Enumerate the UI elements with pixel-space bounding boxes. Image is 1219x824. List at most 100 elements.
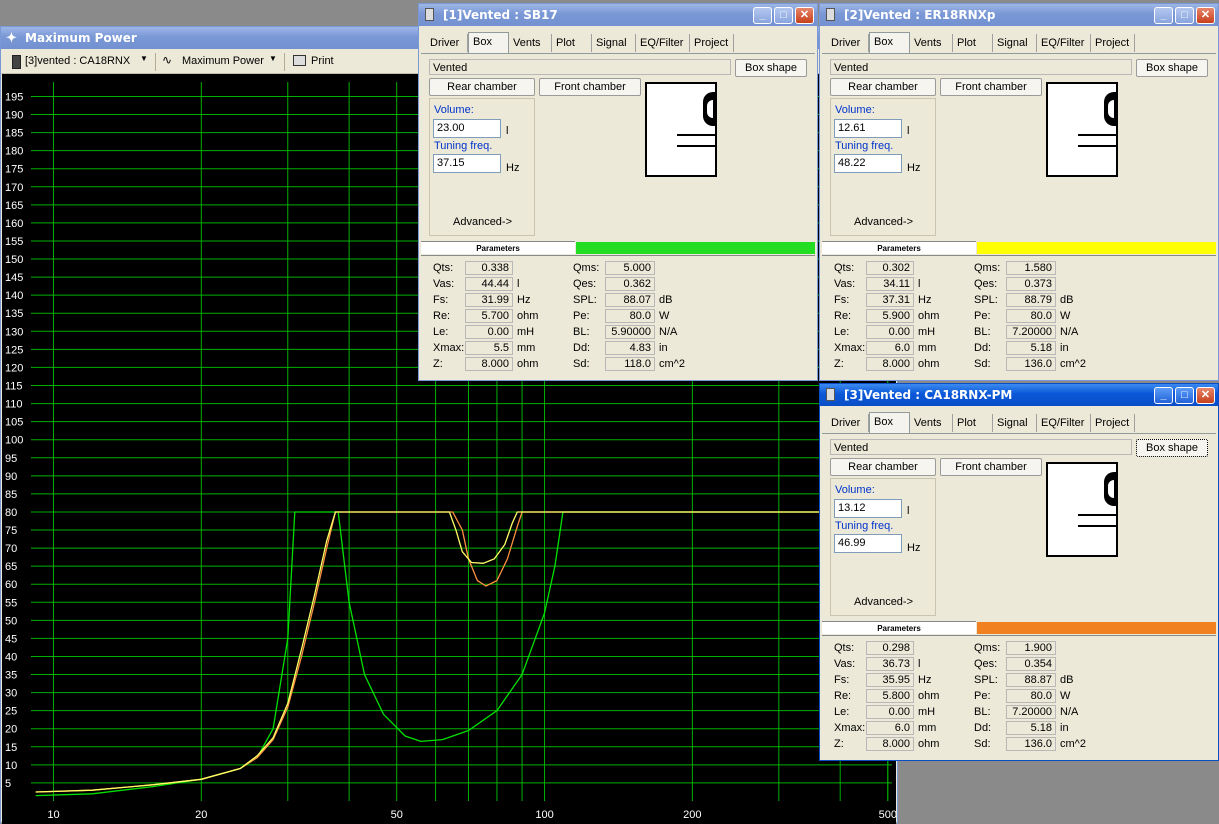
maximize-icon[interactable]: □: [1175, 387, 1194, 404]
param-value: 80.0: [1006, 689, 1056, 703]
tab-box[interactable]: Box: [468, 32, 509, 53]
param-unit: cm^2: [659, 358, 685, 370]
port-line: [677, 134, 715, 136]
window-titlebar[interactable]: [2]Vented : ER18RNXp _ □ ✕: [820, 4, 1218, 26]
window-tabs: Driver Box Vents Plot Signal EQ/Filter Project: [822, 412, 1218, 433]
tuning-input[interactable]: 46.99: [834, 534, 902, 553]
window-title: [3]Vented : CA18RNX-PM: [844, 388, 1013, 402]
project-select-chevron-down-icon[interactable]: ▼: [140, 54, 148, 63]
tab-box[interactable]: Box: [869, 32, 910, 53]
param-label: Re:: [834, 310, 852, 322]
x-tick-label: 50: [391, 809, 403, 821]
plot-select[interactable]: Maximum Power: [182, 55, 264, 67]
tab-project[interactable]: Project: [690, 34, 734, 52]
window-titlebar[interactable]: [3]Vented : CA18RNX-PM _ □ ✕: [820, 384, 1218, 406]
tab-eqfilter[interactable]: EQ/Filter: [636, 34, 690, 52]
tab-driver[interactable]: Driver: [426, 34, 468, 52]
param-label: SPL:: [974, 294, 998, 306]
tuning-label: Tuning freq.: [434, 140, 493, 152]
param-label: Vas:: [834, 278, 856, 290]
project-select[interactable]: [3]vented : CA18RNX: [25, 55, 130, 67]
close-icon[interactable]: ✕: [1196, 7, 1215, 24]
tab-plot[interactable]: Plot: [953, 34, 993, 52]
close-icon[interactable]: ✕: [795, 7, 814, 24]
param-value: 118.0: [605, 357, 655, 371]
print-button[interactable]: Print: [311, 55, 334, 67]
param-unit: Hz: [517, 294, 531, 306]
param-label: Pe:: [974, 310, 991, 322]
rear-chamber-button[interactable]: Rear chamber: [830, 78, 936, 96]
front-chamber-button[interactable]: Front chamber: [940, 78, 1042, 96]
printer-icon[interactable]: [293, 55, 306, 66]
port-line: [1078, 525, 1116, 527]
wave-icon: ∿: [162, 53, 173, 67]
tab-project[interactable]: Project: [1091, 414, 1135, 432]
y-tick-label: 145: [5, 272, 23, 284]
minimize-icon[interactable]: _: [753, 7, 772, 24]
close-icon[interactable]: ✕: [1196, 387, 1215, 404]
plot-select-chevron-down-icon[interactable]: ▼: [269, 54, 277, 63]
param-label: Z:: [834, 738, 844, 750]
project-icon: [12, 55, 21, 69]
rear-chamber-button[interactable]: Rear chamber: [830, 458, 936, 476]
advanced-link[interactable]: Advanced->: [453, 216, 512, 228]
volume-input[interactable]: 13.12: [834, 499, 902, 518]
box-diagram: [645, 82, 717, 177]
tab-driver[interactable]: Driver: [827, 414, 869, 432]
y-tick-label: 75: [5, 525, 17, 537]
param-value: 7.20000: [1006, 325, 1056, 339]
param-unit: ohm: [918, 690, 940, 702]
tab-plot[interactable]: Plot: [953, 414, 993, 432]
toolbar-divider: [284, 53, 285, 71]
volume-label: Volume:: [835, 484, 875, 496]
tuning-input[interactable]: 37.15: [433, 154, 501, 173]
minimize-icon[interactable]: _: [1154, 387, 1173, 404]
tab-signal[interactable]: Signal: [993, 34, 1037, 52]
y-tick-label: 140: [5, 290, 23, 302]
rear-chamber-button[interactable]: Rear chamber: [429, 78, 535, 96]
y-tick-label: 125: [5, 344, 23, 356]
maximize-icon[interactable]: □: [774, 7, 793, 24]
y-tick-label: 70: [5, 543, 17, 555]
volume-input[interactable]: 23.00: [433, 119, 501, 138]
tab-vents[interactable]: Vents: [509, 34, 552, 52]
tab-plot[interactable]: Plot: [552, 34, 592, 52]
port-line: [1078, 514, 1116, 516]
tab-signal[interactable]: Signal: [993, 414, 1037, 432]
param-unit: mH: [918, 706, 936, 718]
param-label: BL:: [974, 326, 991, 338]
tab-signal[interactable]: Signal: [592, 34, 636, 52]
x-tick-label: 500: [879, 809, 896, 821]
param-unit: cm^2: [1060, 738, 1086, 750]
param-value: 0.302: [866, 261, 914, 275]
advanced-link[interactable]: Advanced->: [854, 596, 913, 608]
maximize-icon[interactable]: □: [1175, 7, 1194, 24]
param-unit: N/A: [1060, 706, 1079, 718]
front-chamber-button[interactable]: Front chamber: [539, 78, 641, 96]
param-unit: mH: [517, 326, 535, 338]
front-chamber-button[interactable]: Front chamber: [940, 458, 1042, 476]
tab-eqfilter[interactable]: EQ/Filter: [1037, 414, 1091, 432]
tab-vents[interactable]: Vents: [910, 34, 953, 52]
param-label: Re:: [834, 690, 852, 702]
parameters-header: Parameters: [822, 621, 976, 634]
box-shape-button[interactable]: Box shape: [735, 59, 807, 77]
tab-vents[interactable]: Vents: [910, 414, 953, 432]
minimize-icon[interactable]: _: [1154, 7, 1173, 24]
box-shape-button[interactable]: Box shape: [1136, 439, 1208, 457]
series-color-bar: [576, 242, 815, 254]
y-tick-label: 115: [5, 380, 23, 392]
param-unit: in: [1060, 342, 1069, 354]
param-label: Qts:: [433, 262, 454, 274]
param-label: Qms:: [974, 262, 1001, 274]
window-titlebar[interactable]: [1]Vented : SB17 _ □ ✕: [419, 4, 817, 26]
advanced-link[interactable]: Advanced->: [854, 216, 913, 228]
tab-box[interactable]: Box: [869, 412, 910, 433]
volume-input[interactable]: 12.61: [834, 119, 902, 138]
tab-eqfilter[interactable]: EQ/Filter: [1037, 34, 1091, 52]
tab-driver[interactable]: Driver: [827, 34, 869, 52]
tuning-input[interactable]: 48.22: [834, 154, 902, 173]
tab-project[interactable]: Project: [1091, 34, 1135, 52]
box-shape-button[interactable]: Box shape: [1136, 59, 1208, 77]
window-tabs: Driver Box Vents Plot Signal EQ/Filter Project: [822, 32, 1218, 53]
